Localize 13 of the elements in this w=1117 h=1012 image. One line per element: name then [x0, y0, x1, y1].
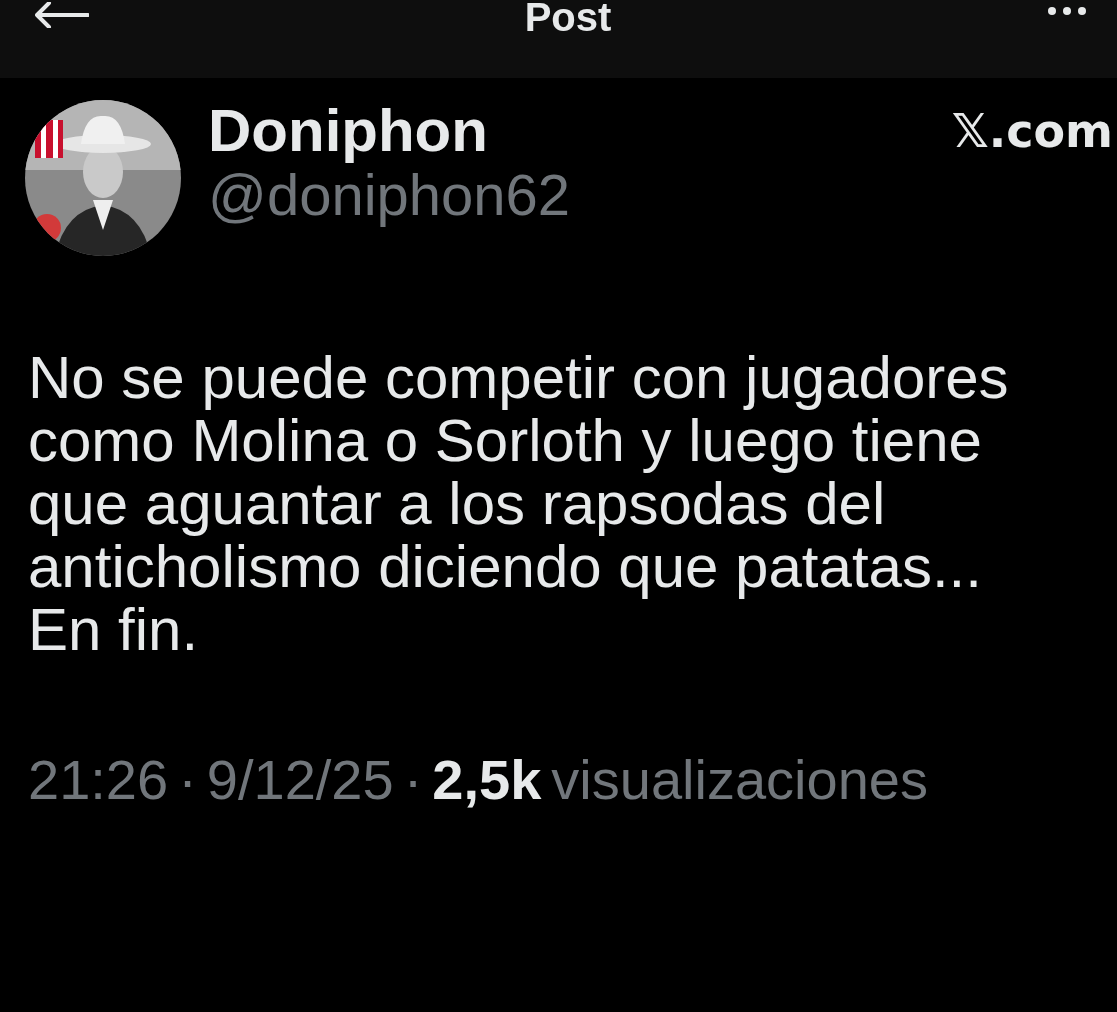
- back-icon[interactable]: [35, 2, 89, 28]
- separator-dot: ·: [403, 747, 423, 812]
- separator-dot: ·: [178, 747, 197, 812]
- page-title: Post: [524, 0, 612, 40]
- views-label: visualizaciones: [551, 747, 928, 812]
- post-date: 9/12/25: [206, 747, 394, 812]
- post-text: No se puede competir con jugadores como Molina o Sorloth y luego tiene que aguantar a los rapsodas del anticholismo diciendo que patatas... En fin.: [28, 346, 1010, 661]
- views-count: 2,5k: [432, 747, 542, 812]
- post-time: 21:26: [28, 747, 169, 812]
- source-label: 𝕏.com: [951, 103, 1113, 160]
- author-handle[interactable]: @doniphon62: [208, 162, 571, 228]
- author-name[interactable]: Doniphon: [208, 100, 571, 162]
- more-icon[interactable]: [1047, 6, 1087, 16]
